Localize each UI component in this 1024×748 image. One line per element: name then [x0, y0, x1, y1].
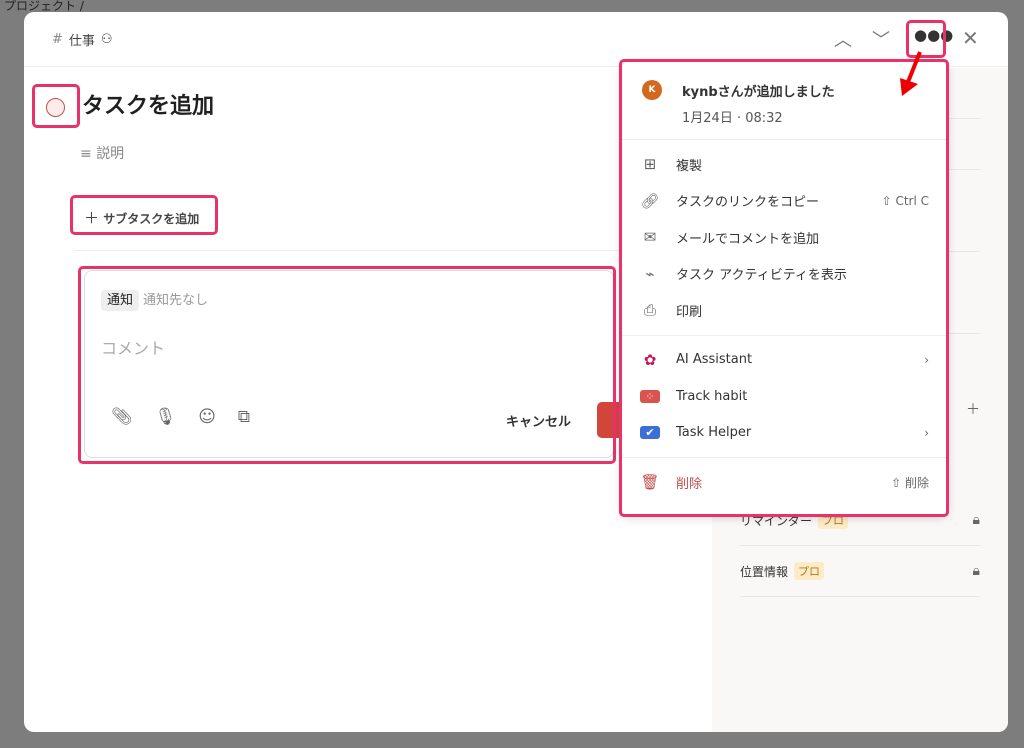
- annotation-box: [32, 84, 80, 128]
- divider: [74, 250, 684, 251]
- next-task-icon[interactable]: ﹀: [872, 26, 890, 52]
- lock-icon: 🔒︎: [972, 512, 980, 528]
- annotation-arrow: [900, 51, 922, 96]
- pro-badge: プロ: [794, 562, 825, 580]
- location-label: 位置情報: [740, 564, 789, 579]
- add-label-icon[interactable]: ＋: [966, 399, 980, 419]
- task-title[interactable]: タスクを追加: [82, 88, 214, 120]
- hash-icon: #: [52, 31, 63, 47]
- previous-task-icon[interactable]: ︿: [834, 26, 852, 52]
- annotation-box: [619, 59, 949, 517]
- lock-icon: 🔒︎: [972, 563, 980, 579]
- description-icon: ≡: [80, 146, 92, 162]
- annotation-box: [78, 266, 616, 464]
- shared-icon: ⚇: [100, 31, 113, 47]
- annotation-box: [70, 195, 218, 235]
- sidebar-location[interactable]: 位置情報 プロ 🔒︎: [740, 546, 980, 597]
- description-field[interactable]: ≡ 説明: [80, 143, 124, 163]
- close-icon[interactable]: ✕: [962, 26, 979, 50]
- project-name[interactable]: 仕事: [69, 30, 95, 49]
- description-placeholder: 説明: [96, 146, 125, 162]
